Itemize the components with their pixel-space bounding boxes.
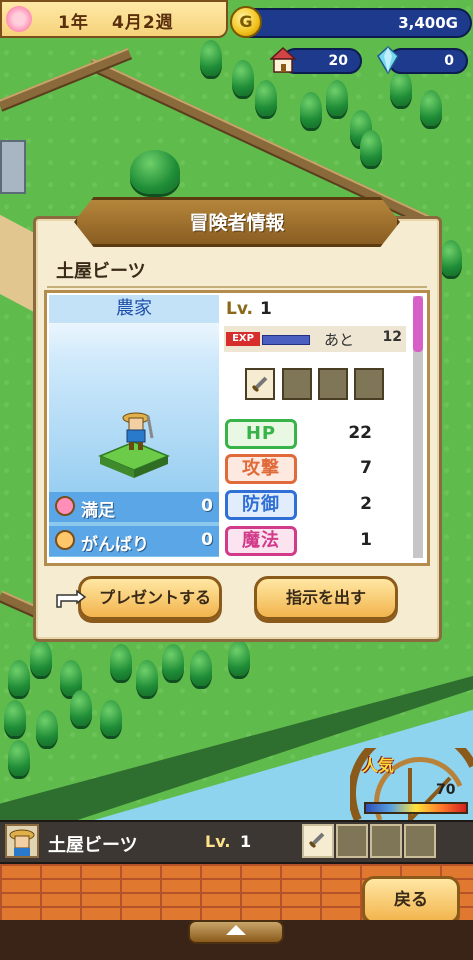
bar-equipment-slot <box>370 824 402 858</box>
tree <box>200 40 222 76</box>
crystal-display: 0 <box>377 46 468 74</box>
money-display: G 3,400G <box>230 6 472 38</box>
stat-hp-label: HP <box>225 419 297 449</box>
equipment-slot[interactable] <box>282 368 312 400</box>
adventurer-name: 土屋ビーツ <box>56 261 146 282</box>
farmer-character-icon <box>122 412 154 450</box>
stat-hp-value: 22 <box>348 423 372 443</box>
tree <box>8 740 30 776</box>
tree <box>300 92 322 128</box>
bar-equipment-slot <box>404 824 436 858</box>
house-icon <box>270 46 296 73</box>
satisfaction-row: 満足 0 <box>49 492 219 522</box>
spring-flower-icon <box>6 6 32 32</box>
sword-icon <box>308 832 325 849</box>
up-arrow-icon <box>226 925 246 935</box>
money-value: 3,400G <box>398 14 458 32</box>
satisfaction-label: 満足 <box>81 501 115 521</box>
tree <box>360 130 382 166</box>
bar-level-value: 1 <box>240 832 252 851</box>
fist-icon <box>55 530 75 550</box>
crystal-icon <box>377 46 399 74</box>
stat-magic-label: 魔法 <box>225 526 297 556</box>
tree <box>136 660 158 696</box>
satisfaction-value: 0 <box>201 496 213 516</box>
exp-tag: EXP <box>226 332 260 346</box>
level-value: 1 <box>260 299 272 319</box>
adventurer-avatar <box>5 824 39 858</box>
tree <box>228 640 250 676</box>
tree <box>130 150 180 194</box>
tree <box>440 240 462 276</box>
tree <box>30 640 52 676</box>
stone-building[interactable] <box>0 140 26 194</box>
bar-level-label: Lv. <box>205 832 231 851</box>
fame-gauge <box>364 802 468 814</box>
population-value: 20 <box>328 53 348 69</box>
population-display: 20 <box>270 46 362 74</box>
give-instructions-button[interactable]: 指示を出す <box>254 576 398 620</box>
divider <box>47 286 427 288</box>
tree <box>420 90 442 126</box>
gold-coin-icon: G <box>230 6 262 38</box>
tree <box>232 60 254 96</box>
stat-defense-label: 防御 <box>225 490 297 520</box>
stat-magic-value: 1 <box>360 530 372 550</box>
level-label: Lv. <box>226 299 253 319</box>
effort-row: がんばり 0 <box>49 526 219 556</box>
heart-icon <box>55 496 75 516</box>
stat-attack-label: 攻撃 <box>225 454 297 484</box>
tree <box>190 650 212 686</box>
sword-icon <box>251 376 268 393</box>
fame-label: 人気 <box>362 756 395 775</box>
equipment-slot-weapon[interactable] <box>245 368 275 400</box>
exp-remaining-value: 12 <box>382 329 402 345</box>
exp-row: EXP あと 12 <box>224 326 406 352</box>
tree <box>390 70 412 106</box>
tree <box>255 80 277 116</box>
month-week-label: 4月2週 <box>112 13 174 33</box>
tree <box>8 660 30 696</box>
equipment-slot[interactable] <box>354 368 384 400</box>
tree <box>4 700 26 736</box>
exp-bar <box>262 335 310 345</box>
equipment-slot[interactable] <box>318 368 348 400</box>
pointing-hand-icon <box>56 589 87 608</box>
job-label: 農家 <box>49 295 219 323</box>
tree <box>162 644 184 680</box>
tree <box>36 710 58 746</box>
bar-adventurer-name: 土屋ビーツ <box>48 835 138 856</box>
tree <box>70 690 92 726</box>
exp-remaining-label: あと <box>324 331 355 349</box>
stat-defense-value: 2 <box>360 494 372 514</box>
tree <box>326 80 348 116</box>
bar-equipment-slot-weapon <box>302 824 334 858</box>
back-button[interactable]: 戻る <box>362 876 460 924</box>
scrollbar-thumb[interactable] <box>413 296 423 352</box>
tree <box>100 700 122 736</box>
crystal-value: 0 <box>444 53 454 69</box>
dialog-title: 冒険者情報 <box>189 212 285 234</box>
present-button[interactable]: プレゼントする <box>78 576 222 620</box>
year-label: 1年 <box>58 13 89 33</box>
effort-label: がんばり <box>81 535 149 555</box>
farmer-face-icon <box>9 829 35 856</box>
tree <box>110 644 132 680</box>
stat-attack-value: 7 <box>360 458 372 478</box>
effort-value: 0 <box>201 530 213 550</box>
bar-equipment-slot <box>336 824 368 858</box>
fame-value: 70 <box>436 782 456 798</box>
